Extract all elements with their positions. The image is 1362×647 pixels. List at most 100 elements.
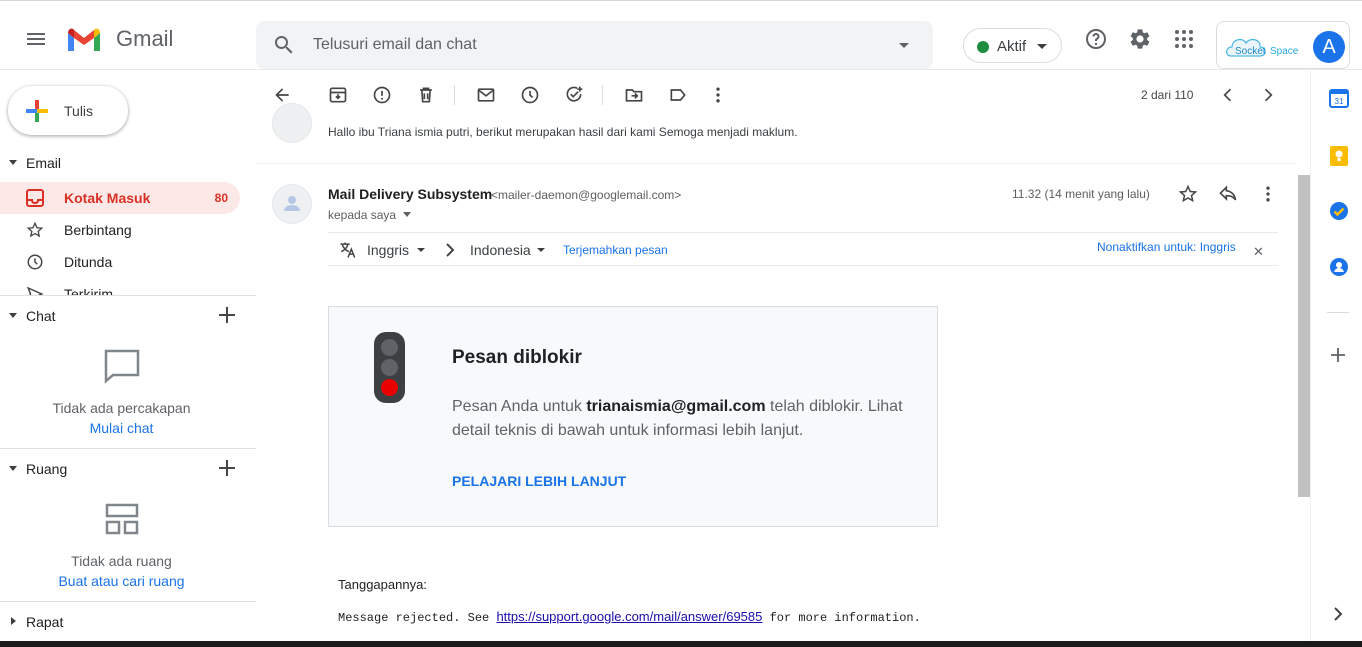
sender-name[interactable]: Mail Delivery Subsystem bbox=[328, 186, 492, 202]
sidebar-item-starred[interactable]: Berbintang bbox=[0, 214, 240, 246]
recipient-details[interactable]: kepada saya bbox=[328, 208, 396, 222]
chat-section-header[interactable]: Chat bbox=[0, 301, 256, 331]
search-options-icon[interactable] bbox=[899, 43, 909, 48]
account-switcher[interactable]: Socket Space A bbox=[1216, 21, 1350, 69]
report-spam-icon[interactable] bbox=[370, 83, 394, 107]
chevron-down-icon[interactable] bbox=[417, 248, 425, 252]
sender-avatar bbox=[272, 184, 312, 224]
chevron-down-icon[interactable] bbox=[537, 248, 545, 252]
mark-unread-icon[interactable] bbox=[474, 83, 498, 107]
start-chat-link[interactable]: Mulai chat bbox=[0, 420, 243, 436]
scrollbar[interactable] bbox=[1298, 175, 1310, 497]
translate-message-link[interactable]: Terjemahkan pesan bbox=[563, 243, 668, 257]
panel-divider bbox=[1327, 312, 1349, 313]
label-tag-icon[interactable] bbox=[666, 83, 690, 107]
chat-bubble-icon bbox=[103, 348, 141, 384]
expand-panel-chevron-icon[interactable] bbox=[1332, 606, 1344, 622]
message-toolbar: 2 dari 110 bbox=[256, 71, 1296, 119]
message-snippet: Hallo ibu Triana ismia putri, berikut me… bbox=[328, 125, 798, 139]
sender-avatar bbox=[272, 103, 312, 143]
search-bar[interactable]: Telusuri email dan chat bbox=[256, 21, 933, 69]
rooms-section-header[interactable]: Ruang bbox=[0, 454, 256, 484]
meet-section-header[interactable]: Rapat bbox=[0, 607, 256, 637]
close-icon[interactable]: ✕ bbox=[1253, 244, 1264, 260]
app-title: Gmail bbox=[116, 26, 174, 51]
tasks-icon[interactable] bbox=[1329, 201, 1349, 221]
find-room-link[interactable]: Buat atau cari ruang bbox=[0, 573, 243, 589]
send-icon bbox=[26, 285, 44, 295]
star-icon[interactable] bbox=[1178, 184, 1198, 204]
expand-arrow-icon bbox=[11, 617, 16, 625]
collapse-arrow-icon bbox=[9, 466, 17, 471]
gmail-logo[interactable] bbox=[66, 27, 102, 53]
toolbar-divider bbox=[454, 85, 455, 105]
delete-trash-icon[interactable] bbox=[414, 83, 438, 107]
sidebar-item-snoozed[interactable]: Ditunda bbox=[0, 246, 240, 278]
reply-icon[interactable] bbox=[1218, 184, 1238, 204]
new-chat-plus-icon[interactable] bbox=[216, 304, 238, 326]
disable-translate-link[interactable]: Nonaktifkan untuk: Inggris bbox=[1097, 240, 1236, 254]
sidebar-item-label: Kotak Masuk bbox=[64, 190, 151, 206]
chat-empty-text: Tidak ada percakapan bbox=[52, 400, 191, 416]
svg-text:31: 31 bbox=[1335, 97, 1344, 106]
collapsed-message[interactable]: Hallo ibu Triana ismia putri, berikut me… bbox=[256, 103, 1296, 164]
side-panel: 31 bbox=[1310, 71, 1362, 641]
new-room-plus-icon[interactable] bbox=[216, 457, 238, 479]
source-language-select[interactable]: Inggris bbox=[367, 242, 409, 258]
socket-space-logo: Socket Space bbox=[1223, 29, 1307, 63]
blocked-body: Pesan Anda untuk trianaismia@gmail.com t… bbox=[452, 398, 903, 439]
settings-gear-icon[interactable] bbox=[1128, 27, 1152, 51]
app-header: Gmail Telusuri email dan chat Aktif Sock… bbox=[0, 6, 1362, 70]
arrow-right-icon bbox=[444, 242, 456, 258]
blocked-recipient-email: trianaismia@gmail.com bbox=[586, 398, 766, 415]
status-button[interactable]: Aktif bbox=[963, 28, 1062, 63]
sidebar-item-label: Ditunda bbox=[64, 254, 113, 270]
chevron-left-icon[interactable] bbox=[1216, 83, 1240, 107]
sidebar-item-sent[interactable]: Terkirim bbox=[0, 278, 240, 295]
move-to-folder-icon[interactable] bbox=[622, 83, 646, 107]
section-label: Rapat bbox=[26, 614, 64, 630]
svg-text:Space: Space bbox=[1270, 46, 1299, 57]
chevron-down-icon bbox=[1037, 44, 1047, 49]
traffic-light-icon bbox=[374, 332, 405, 403]
sidebar-item-label: Terkirim bbox=[64, 286, 113, 295]
section-label: Email bbox=[26, 155, 62, 171]
details-chevron-icon[interactable] bbox=[403, 212, 411, 217]
section-label: Chat bbox=[26, 308, 56, 324]
inbox-icon bbox=[26, 189, 44, 207]
sidebar-item-label: Berbintang bbox=[64, 222, 132, 238]
compose-plus-icon bbox=[24, 98, 50, 124]
mail-folder-list: Kotak Masuk 80 Berbintang Ditunda Terkir… bbox=[0, 180, 256, 295]
add-task-icon[interactable] bbox=[562, 83, 586, 107]
support-link[interactable]: https://support.google.com/mail/answer/6… bbox=[496, 609, 762, 624]
sidebar-divider bbox=[0, 448, 256, 449]
more-vert-icon[interactable] bbox=[706, 83, 730, 107]
sidebar-item-inbox[interactable]: Kotak Masuk 80 bbox=[0, 182, 240, 214]
snooze-clock-icon[interactable] bbox=[518, 83, 542, 107]
apps-grid-icon[interactable] bbox=[1172, 27, 1196, 51]
blocked-title: Pesan diblokir bbox=[452, 347, 582, 368]
main-menu-icon[interactable] bbox=[24, 27, 48, 51]
target-language-select[interactable]: Indonesia bbox=[470, 242, 531, 258]
help-icon[interactable] bbox=[1084, 27, 1108, 51]
add-addon-plus-icon[interactable] bbox=[1329, 346, 1347, 364]
avatar[interactable]: A bbox=[1313, 31, 1345, 63]
keep-icon[interactable] bbox=[1329, 145, 1349, 167]
rooms-empty-text: Tidak ada ruang bbox=[71, 553, 172, 569]
compose-label: Tulis bbox=[64, 103, 94, 119]
calendar-icon[interactable]: 31 bbox=[1329, 88, 1349, 108]
sender-address: <mailer-daemon@googlemail.com> bbox=[491, 188, 682, 202]
toolbar-divider bbox=[602, 85, 603, 105]
email-section-header[interactable]: Email bbox=[0, 148, 256, 178]
search-icon[interactable] bbox=[272, 33, 296, 57]
collapse-arrow-icon bbox=[9, 313, 17, 318]
svg-text:Socket: Socket bbox=[1235, 46, 1266, 57]
contacts-icon[interactable] bbox=[1329, 257, 1349, 277]
more-vert-icon[interactable] bbox=[1258, 184, 1278, 204]
search-input[interactable]: Telusuri email dan chat bbox=[313, 36, 477, 54]
learn-more-link[interactable]: PELAJARI LEBIH LANJUT bbox=[452, 473, 626, 489]
archive-icon[interactable] bbox=[326, 83, 350, 107]
chevron-right-icon[interactable] bbox=[1256, 83, 1280, 107]
blocked-message-card: Pesan diblokir Pesan Anda untuk trianais… bbox=[328, 306, 938, 527]
compose-button[interactable]: Tulis bbox=[8, 86, 128, 135]
